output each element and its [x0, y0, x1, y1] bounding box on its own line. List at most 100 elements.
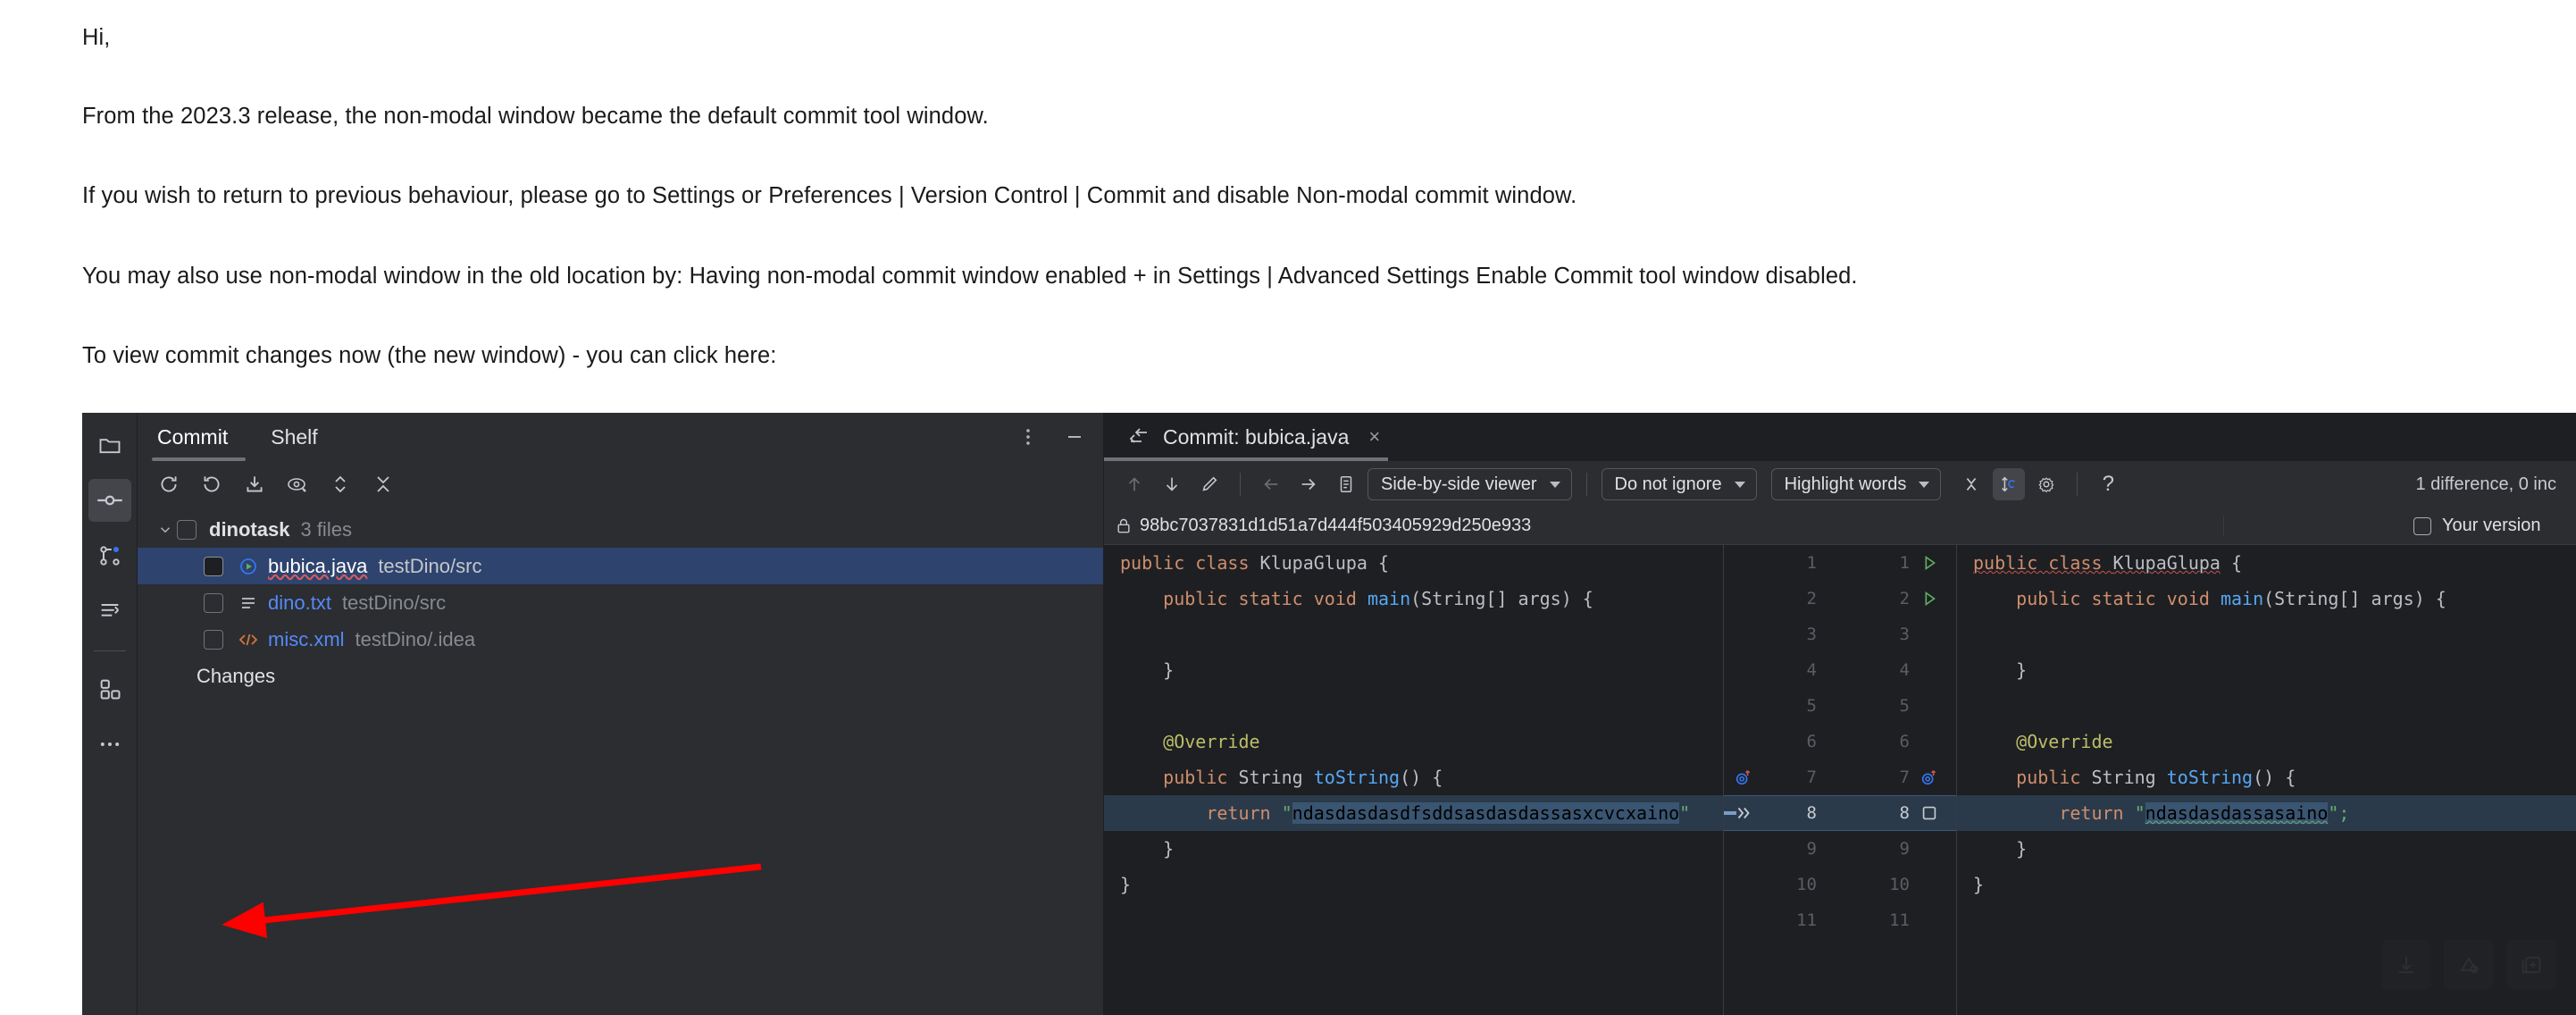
- code-line: @Override: [1104, 724, 1723, 759]
- code-token: @Override: [1973, 731, 2113, 752]
- open-in-lens-icon[interactable]: [2444, 940, 2494, 990]
- options-menu-icon[interactable]: [1017, 426, 1039, 448]
- sidebar-item-services[interactable]: [88, 667, 131, 710]
- code-token: () {: [2253, 767, 2296, 788]
- chevron-down-icon: [1549, 481, 1560, 488]
- code-token: return: [1120, 802, 1282, 824]
- left-line-number: 2: [1806, 589, 1817, 608]
- tree-node-dinotask[interactable]: dinotask 3 files: [138, 511, 1103, 548]
- rollback-icon[interactable]: [195, 467, 229, 501]
- chevron-down-icon[interactable]: [154, 522, 177, 538]
- previous-difference-icon[interactable]: [1118, 468, 1150, 500]
- viewer-mode-dropdown[interactable]: Side-by-side viewer: [1367, 468, 1572, 500]
- right-line-number: 4: [1899, 660, 1910, 680]
- code-token: ": [1281, 802, 1292, 824]
- collapse-all-icon[interactable]: [366, 467, 400, 501]
- left-line-number: 1: [1806, 553, 1817, 573]
- gutter-row: 44: [1724, 652, 1956, 688]
- ignore-mode-dropdown[interactable]: Do not ignore: [1601, 468, 1757, 500]
- left-line-number: 4: [1806, 660, 1817, 680]
- code-line: }: [1104, 652, 1723, 688]
- gutter-row: 99: [1724, 831, 1956, 867]
- right-line-number: 11: [1889, 910, 1910, 930]
- download-image-icon[interactable]: [2381, 940, 2431, 990]
- tab-commit[interactable]: Commit: [154, 413, 231, 461]
- help-icon[interactable]: ?: [2092, 468, 2124, 500]
- commit-window-header-actions: [1017, 413, 1087, 461]
- code-token: KlupaGlupa: [2112, 552, 2221, 574]
- edit-source-icon[interactable]: [1193, 468, 1225, 500]
- apply-left-icon[interactable]: [1255, 468, 1287, 500]
- changelist-checkbox[interactable]: [177, 519, 197, 540]
- changelist-name: dinotask: [209, 517, 290, 541]
- ide-screenshot: Commit Shelf dinotask 3 files bubica.jav…: [82, 413, 2576, 1015]
- left-line-number: 9: [1806, 839, 1817, 859]
- right-line-number: 5: [1899, 696, 1910, 716]
- code-token: ";: [2328, 802, 2350, 824]
- list-item[interactable]: misc.xml testDino/.idea: [138, 621, 1103, 658]
- left-code-pane[interactable]: public class KlupaGlupa { public static …: [1104, 545, 1723, 1015]
- greeting-line: Hi,: [82, 25, 111, 50]
- ignore-mode-label: Do not ignore: [1614, 474, 1722, 494]
- hide-icon[interactable]: [1062, 426, 1087, 448]
- more-tool-windows-icon: [100, 742, 119, 746]
- show-diff-in-editor-icon[interactable]: [1330, 468, 1362, 500]
- code-token: return: [1973, 802, 2135, 824]
- code-token: toString: [2166, 767, 2254, 788]
- code-token: () {: [1400, 767, 1443, 788]
- lock-icon: [1117, 518, 1130, 533]
- code-token: KlupaGlupa: [1259, 552, 1367, 574]
- next-difference-icon[interactable]: [1156, 468, 1188, 500]
- revert-checkbox-icon[interactable]: [1911, 803, 1947, 823]
- shelve-icon[interactable]: [238, 467, 272, 501]
- code-token: String: [2091, 767, 2167, 788]
- file-checkbox-dino[interactable]: [204, 592, 223, 613]
- tab-shelf[interactable]: Shelf: [267, 413, 321, 461]
- run-icon[interactable]: [1911, 589, 1947, 608]
- diff-settings-icon[interactable]: [2030, 468, 2062, 500]
- diff-tab-title[interactable]: Commit: bubica.java: [1163, 425, 1349, 449]
- email-message-body: Hi, From the 2023.3 release, the non-mod…: [0, 0, 2576, 368]
- right-line-number: 1: [1899, 553, 1910, 573]
- sidebar-item-project[interactable]: [88, 424, 131, 466]
- paragraph-old-location: You may also use non-modal window in the…: [82, 263, 1858, 289]
- highlight-mode-label: Highlight words: [1784, 474, 1907, 494]
- list-item[interactable]: dino.txt testDino/src: [138, 584, 1103, 621]
- right-line-number: 6: [1899, 732, 1910, 751]
- refresh-icon[interactable]: [152, 467, 186, 501]
- sidebar-item-pull-requests[interactable]: [88, 534, 131, 577]
- preview-diff-icon[interactable]: [280, 467, 314, 501]
- list-item[interactable]: bubica.java testDino/src: [138, 548, 1103, 584]
- your-version-checkbox[interactable]: [2413, 516, 2431, 535]
- close-icon[interactable]: ×: [1368, 425, 1380, 449]
- diff-revision-headers: 98bc7037831d1d51a7d444f503405929d250e933…: [1104, 508, 2576, 545]
- override-icon[interactable]: [1727, 768, 1760, 787]
- synchronize-scrolling-icon[interactable]: [1993, 468, 2026, 500]
- sidebar-item-terminal[interactable]: [88, 590, 131, 633]
- add-to-collection-icon[interactable]: [2506, 940, 2556, 990]
- run-icon[interactable]: [1911, 553, 1947, 573]
- image-overlay-actions: [2381, 940, 2556, 990]
- file-checkbox-misc[interactable]: [204, 629, 223, 650]
- highlight-mode-dropdown[interactable]: Highlight words: [1770, 468, 1942, 500]
- left-line-number: 10: [1796, 875, 1817, 894]
- collapse-unchanged-icon[interactable]: [1955, 468, 1987, 500]
- code-token: }: [1120, 838, 1175, 860]
- apply-right-icon[interactable]: [1292, 468, 1325, 500]
- diff-status-text: 1 difference, 0 inc: [2415, 474, 2556, 494]
- right-line-number: 10: [1889, 875, 1910, 894]
- code-line: return "ndasdasdassasaino";: [1957, 795, 2576, 831]
- diff-gutter[interactable]: 1 1 2 2 3 3 4 4 5 5 6 6 7 7 8 8 9 9 10 10 11 11: [1723, 545, 1957, 1015]
- file-name-dino: dino.txt: [268, 591, 331, 614]
- sidebar-item-commit[interactable]: [88, 479, 131, 522]
- expand-collapse-icon[interactable]: [323, 467, 357, 501]
- code-line: public String toString() {: [1104, 759, 1723, 795]
- file-checkbox-bubica[interactable]: [204, 556, 223, 576]
- sidebar-item-more-tool-windows[interactable]: [88, 723, 131, 766]
- override-icon[interactable]: [1911, 768, 1947, 787]
